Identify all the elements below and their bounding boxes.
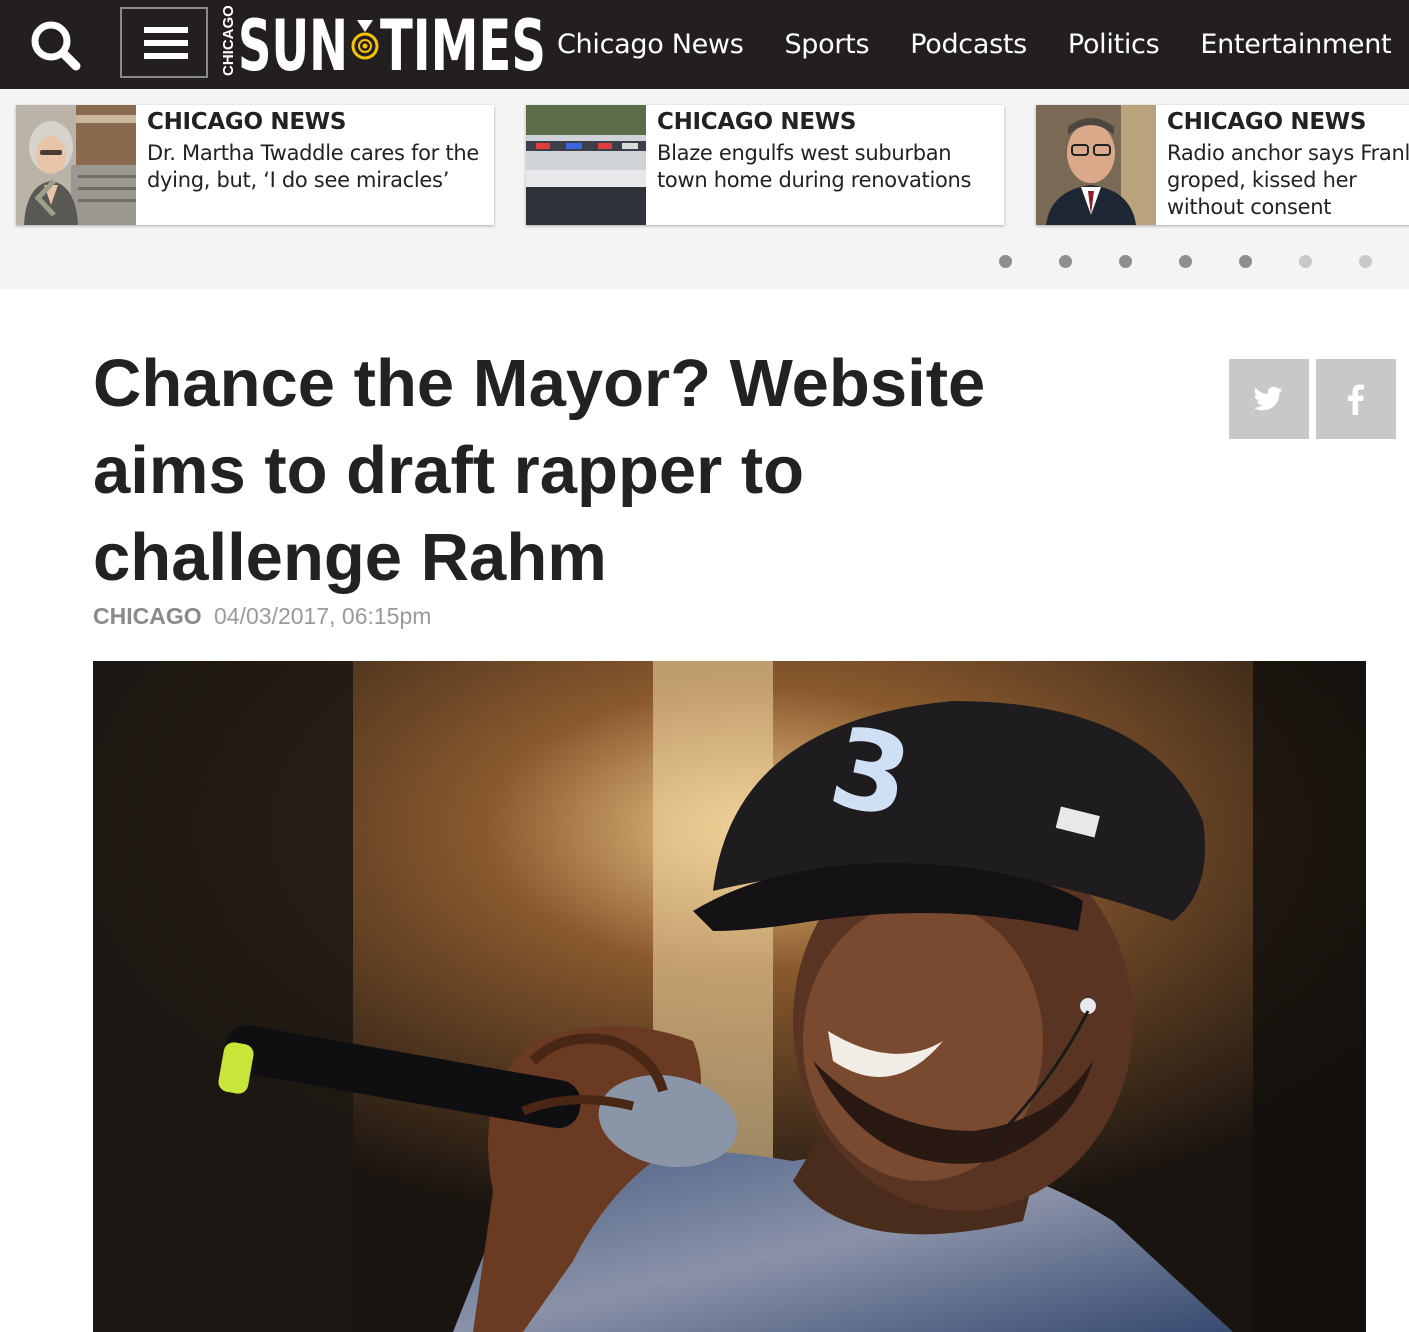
pagination-dot[interactable] [1359, 255, 1372, 268]
logo-sun-text: SUN [238, 6, 348, 78]
menu-button[interactable] [120, 7, 208, 78]
hamburger-menu-icon [144, 27, 188, 59]
man-portrait-image [1036, 105, 1156, 225]
facebook-icon [1348, 384, 1364, 415]
pagination-dot[interactable] [1059, 255, 1072, 268]
article-headline: Chance the Mayor? Website aims to draft … [93, 346, 986, 595]
article-hero-image: 3 [93, 661, 1366, 1332]
search-icon [31, 21, 81, 71]
pagination-dot[interactable] [1179, 255, 1192, 268]
nav-chicago-news[interactable]: Chicago News [557, 29, 744, 60]
nav-entertainment[interactable]: Entertainment [1200, 29, 1391, 60]
article-sheet-edge [63, 289, 1396, 299]
police-car-image [526, 105, 646, 225]
pagination-dot[interactable] [1299, 255, 1312, 268]
sun-times-logo[interactable]: CHICAGO SUN TIMES [218, 6, 550, 78]
pagination-dot[interactable] [999, 255, 1012, 268]
chevron-left-icon [34, 179, 56, 217]
ticker-card-kicker: CHICAGO NEWS [657, 109, 857, 135]
ticker-card-kicker: CHICAGO NEWS [147, 109, 347, 135]
twitter-icon [1253, 386, 1283, 411]
ticker-card-headline[interactable]: Radio anchor says Franl groped, kissed h… [1167, 140, 1409, 221]
ticker-card-kicker: CHICAGO NEWS [1167, 109, 1367, 135]
pagination-dot[interactable] [1239, 255, 1252, 268]
article-section-link[interactable]: CHICAGO [93, 603, 202, 629]
article-timestamp: 04/03/2017, 06:15pm [214, 603, 432, 629]
ticker-card-headline[interactable]: Blaze engulfs west suburban town home du… [657, 140, 1002, 194]
facebook-share-button[interactable] [1316, 359, 1396, 439]
ticker-card[interactable]: CHICAGO NEWS Dr. Martha Twaddle cares fo… [16, 105, 494, 225]
pagination-dot[interactable] [1119, 255, 1132, 268]
nav-politics[interactable]: Politics [1068, 29, 1160, 60]
logo-small-text: CHICAGO [220, 6, 237, 76]
ticker-card-headline[interactable]: Dr. Martha Twaddle cares for the dying, … [147, 140, 492, 194]
ticker-thumbnail-police-car [526, 105, 646, 225]
nav-sports[interactable]: Sports [784, 29, 869, 60]
nav-podcasts[interactable]: Podcasts [910, 29, 1027, 60]
news-ticker: CHICAGO NEWS Dr. Martha Twaddle cares fo… [0, 89, 1409, 289]
top-navigation-bar: CHICAGO SUN TIMES Chicago News Sports Po… [0, 0, 1409, 89]
twitter-share-button[interactable] [1229, 359, 1309, 439]
sun-emblem-icon [351, 20, 379, 60]
rapper-performing-photo: 3 [93, 661, 1366, 1332]
main-nav: Chicago News Sports Podcasts Politics En… [557, 0, 1409, 89]
ticker-prev-button[interactable] [32, 175, 60, 221]
article-dateline: CHICAGO 04/03/2017, 06:15pm [93, 603, 431, 630]
search-button[interactable] [24, 14, 88, 74]
ticker-pagination [995, 255, 1375, 275]
ticker-card[interactable]: CHICAGO NEWS Blaze engulfs west suburban… [526, 105, 1004, 225]
ticker-thumbnail-man [1036, 105, 1156, 225]
logo-times-text: TIMES [380, 6, 546, 78]
ticker-card[interactable]: CHICAGO NEWS Radio anchor says Franl gro… [1036, 105, 1409, 225]
